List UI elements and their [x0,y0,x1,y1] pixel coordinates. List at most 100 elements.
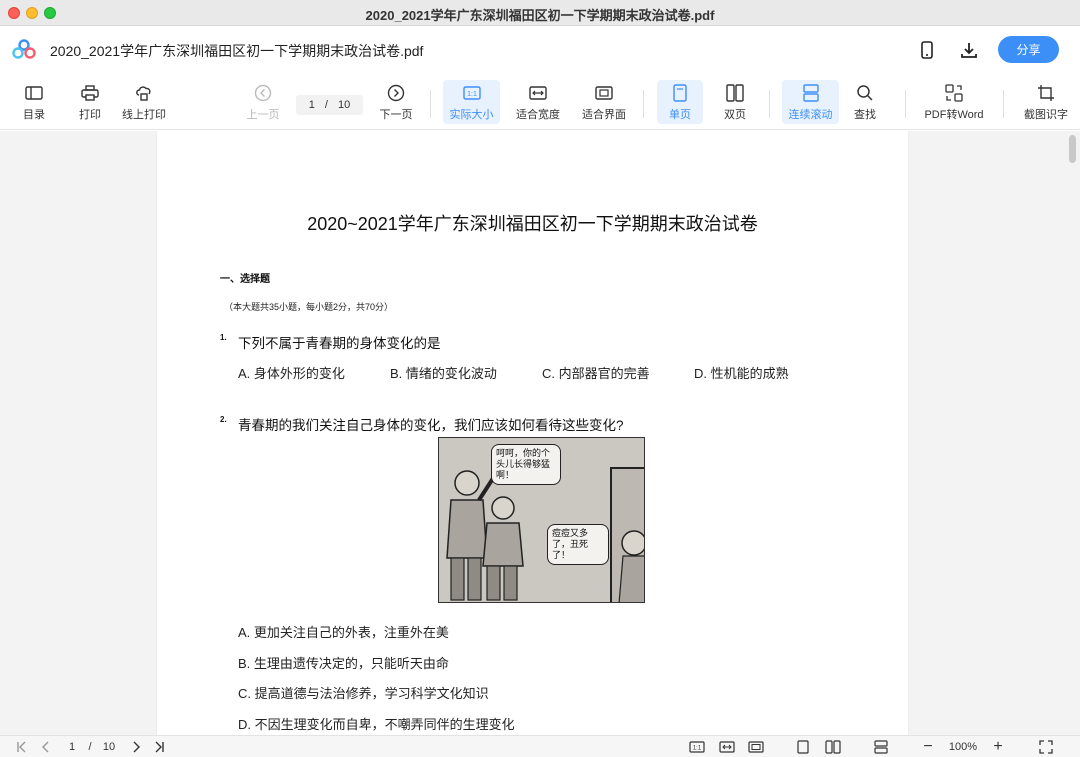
prev-page-icon[interactable] [38,739,54,755]
option-a: A. 身体外形的变化 [238,366,345,381]
toolbar-divider [905,90,906,118]
page-current: 1 [308,99,315,111]
continuous-scroll-label: 连续滚动 [788,109,833,121]
fit-width-label: 适合宽度 [516,109,560,121]
fit-width-icon[interactable] [718,739,736,755]
page-number-input[interactable]: 1 / 10 [296,95,363,115]
option-c: C. 内部器官的完善 [542,366,650,381]
double-page-button[interactable]: 双页 [715,80,755,124]
option-d: D. 不因生理变化而自卑，不嘲弄同伴的生理变化 [238,717,515,732]
find-button[interactable]: 查找 [848,80,882,124]
option-d: D. 性机能的成熟 [694,366,789,381]
single-page-icon[interactable] [794,739,812,755]
download-icon[interactable] [958,39,980,61]
zoom-in-icon[interactable]: + [989,738,1007,755]
page-total: 10 [337,99,351,111]
toolbar-divider [769,90,770,118]
convert-icon [944,83,964,103]
next-page-icon[interactable] [128,739,144,755]
pdf-to-word-label: PDF转Word [924,109,984,121]
pdf-page: 2020~2021学年广东深圳福田区初一下学期期末政治试卷 一、选择题 （本大题… [157,131,908,735]
zoom-out-icon[interactable]: − [919,738,937,755]
online-print-label: 线上打印 [122,109,166,121]
fit-page-icon[interactable] [747,739,765,755]
fit-page-button[interactable]: 适合界面 [580,80,628,124]
document-name: 2020_2021学年广东深圳福田区初一下学期期末政治试卷.pdf [50,43,424,59]
vertical-scrollbar[interactable] [1069,135,1076,163]
find-label: 查找 [854,109,876,121]
double-page-icon [725,83,745,103]
status-page-current[interactable]: 1 [64,739,80,755]
toolbar-divider [1003,90,1004,118]
screenshot-ocr-button[interactable]: 截图识字 [1020,80,1072,124]
section-note: （本大题共35小题，每小题2分，共70分） [224,302,394,312]
toolbar: 目录 打印 线上打印 上一页 下一页 1:1 实际大小 适合宽度 适合界面 单页… [0,75,1080,130]
chevron-right-circle-icon [386,83,406,103]
search-icon [855,83,875,103]
first-page-icon[interactable] [14,739,30,755]
status-page-total: 10 [102,741,116,753]
online-print-button[interactable]: 线上打印 [118,80,170,124]
actual-size-icon[interactable]: 1:1 [688,739,706,755]
zoom-level[interactable]: 100% [945,739,981,755]
svg-text:1:1: 1:1 [467,91,477,98]
print-label: 打印 [79,109,101,121]
last-page-icon[interactable] [151,739,167,755]
single-page-label: 单页 [669,109,691,121]
double-page-label: 双页 [724,109,746,121]
toolbar-divider [430,90,431,118]
actual-size-button[interactable]: 1:1 实际大小 [443,80,500,124]
actual-size-label: 实际大小 [449,109,494,121]
fit-width-button[interactable]: 适合宽度 [514,80,562,124]
app-header: 2020_2021学年广东深圳福田区初一下学期期末政治试卷.pdf 分享 [0,27,1080,74]
phone-icon[interactable] [916,39,938,61]
crop-icon [1036,83,1056,103]
print-button[interactable]: 打印 [72,80,108,124]
fit-width-icon [528,83,548,103]
fit-page-label: 适合界面 [582,109,626,121]
continuous-scroll-icon[interactable] [872,739,890,755]
question-number: 2. [220,415,227,424]
question-number: 1. [220,333,227,342]
prev-page-label: 上一页 [246,109,280,121]
pdf-to-word-button[interactable]: PDF转Word [920,80,988,124]
prev-page-button[interactable]: 上一页 [244,80,282,124]
actual-size-icon: 1:1 [462,83,482,103]
section-heading: 一、选择题 [220,274,270,285]
toc-label: 目录 [23,109,45,121]
option-c: C. 提高道德与法治修养，学习科学文化知识 [238,686,489,701]
page-separator: / [324,99,328,111]
continuous-scroll-icon [801,83,821,103]
option-b: B. 情绪的变化波动 [390,366,497,381]
fullscreen-icon[interactable] [1037,739,1055,755]
next-page-label: 下一页 [379,109,413,121]
question-text: 下列不属于青春期的身体变化的是 [238,336,441,351]
status-page-separator: / [88,741,92,753]
screenshot-ocr-label: 截图识字 [1024,109,1068,121]
single-page-button[interactable]: 单页 [657,80,703,124]
cartoon-illustration: 呵呵，你的个头儿长得够猛啊！ 痘痘又多了，丑死了！ [438,437,645,603]
next-page-button[interactable]: 下一页 [376,80,416,124]
speech-bubble: 痘痘又多了，丑死了！ [547,524,609,565]
status-bar: 1 / 10 1:1 − 100% + [0,735,1080,757]
printer-icon [80,83,100,103]
svg-text:1:1: 1:1 [693,746,702,752]
fit-page-icon [594,83,614,103]
option-b: B. 生理由遗传决定的，只能听天由命 [238,656,449,671]
double-page-icon[interactable] [824,739,842,755]
window-title: 2020_2021学年广东深圳福田区初一下学期期末政治试卷.pdf [365,8,715,23]
toolbar-divider [643,90,644,118]
question-text: 青春期的我们关注自己身体的变化，我们应该如何看待这些变化? [238,418,624,433]
chevron-left-circle-icon [253,83,273,103]
document-viewer[interactable]: 2020~2021学年广东深圳福田区初一下学期期末政治试卷 一、选择题 （本大题… [0,131,1080,735]
option-a: A. 更加关注自己的外表，注重外在美 [238,625,449,640]
toc-button[interactable]: 目录 [16,80,52,124]
cloud-print-icon [134,83,154,103]
single-page-icon [670,83,690,103]
logo-icon [12,39,36,59]
speech-bubble: 呵呵，你的个头儿长得够猛啊！ [491,444,561,485]
continuous-scroll-button[interactable]: 连续滚动 [782,80,839,124]
share-button[interactable]: 分享 [998,36,1059,63]
window-titlebar: 2020_2021学年广东深圳福田区初一下学期期末政治试卷.pdf [0,0,1080,26]
exam-title: 2020~2021学年广东深圳福田区初一下学期期末政治试卷 [307,214,758,234]
